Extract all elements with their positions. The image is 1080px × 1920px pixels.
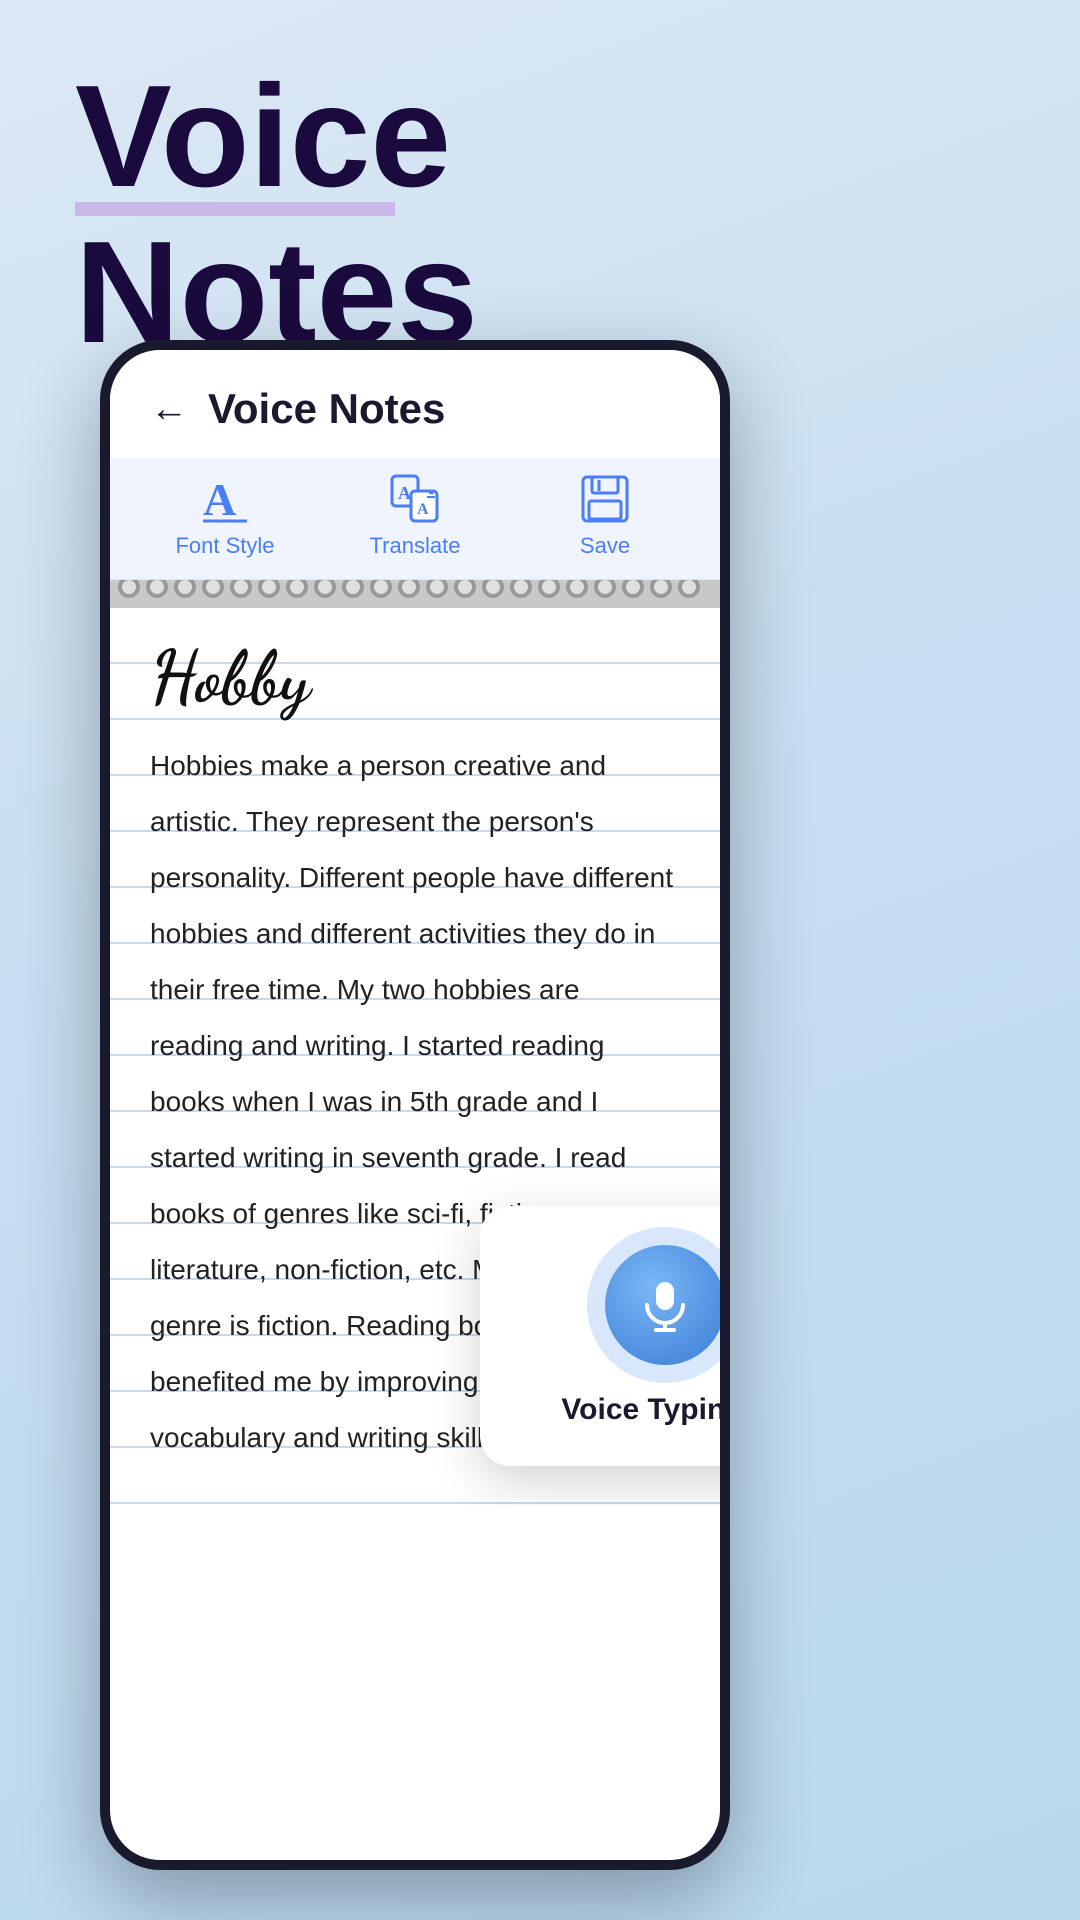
font-style-button[interactable]: A Font Style — [130, 473, 320, 559]
save-button[interactable]: Save — [510, 473, 700, 559]
svg-text:A: A — [203, 474, 236, 525]
bump — [174, 580, 196, 598]
translate-button[interactable]: A A Translate — [320, 473, 510, 559]
bump — [202, 580, 224, 598]
spiral-bumps — [115, 580, 703, 598]
note-title: Hobby — [150, 628, 680, 728]
bump — [566, 580, 588, 598]
bump — [258, 580, 280, 598]
app-header: ← Voice Notes — [110, 350, 720, 458]
notebook: Hobby Hobbies make a person creative and… — [110, 580, 720, 1506]
voice-typing-popup: Voice Typing... — [480, 1206, 720, 1466]
toolbar: A Font Style A A Translate — [110, 458, 720, 580]
save-icon — [579, 473, 631, 525]
spiral-decoration — [110, 580, 720, 608]
voice-typing-label: Voice Typing... — [561, 1393, 720, 1427]
bump — [118, 580, 140, 598]
mic-button[interactable] — [605, 1245, 720, 1365]
translate-label: Translate — [370, 533, 461, 559]
bump — [398, 580, 420, 598]
font-style-icon: A — [199, 473, 251, 525]
bump — [426, 580, 448, 598]
bump — [510, 580, 532, 598]
svg-text:A: A — [417, 501, 429, 518]
bump — [482, 580, 504, 598]
microphone-icon — [638, 1278, 692, 1332]
bump — [650, 580, 672, 598]
bump — [594, 580, 616, 598]
background-title: Voice Notes — [75, 60, 478, 369]
translate-icon: A A — [389, 473, 441, 525]
bump — [370, 580, 392, 598]
save-label: Save — [580, 533, 630, 559]
svg-text:A: A — [398, 483, 411, 503]
bump — [146, 580, 168, 598]
phone-frame: ← Voice Notes A Font Style A A Translate — [100, 340, 730, 1870]
bg-title-line1: Voice — [75, 60, 478, 212]
font-style-label: Font Style — [175, 533, 274, 559]
back-button[interactable]: ← — [150, 388, 188, 431]
bump — [622, 580, 644, 598]
bump — [678, 580, 700, 598]
bump — [538, 580, 560, 598]
bump — [286, 580, 308, 598]
bump — [230, 580, 252, 598]
bump — [314, 580, 336, 598]
bump — [342, 580, 364, 598]
app-header-title: Voice Notes — [208, 385, 445, 433]
bump — [454, 580, 476, 598]
